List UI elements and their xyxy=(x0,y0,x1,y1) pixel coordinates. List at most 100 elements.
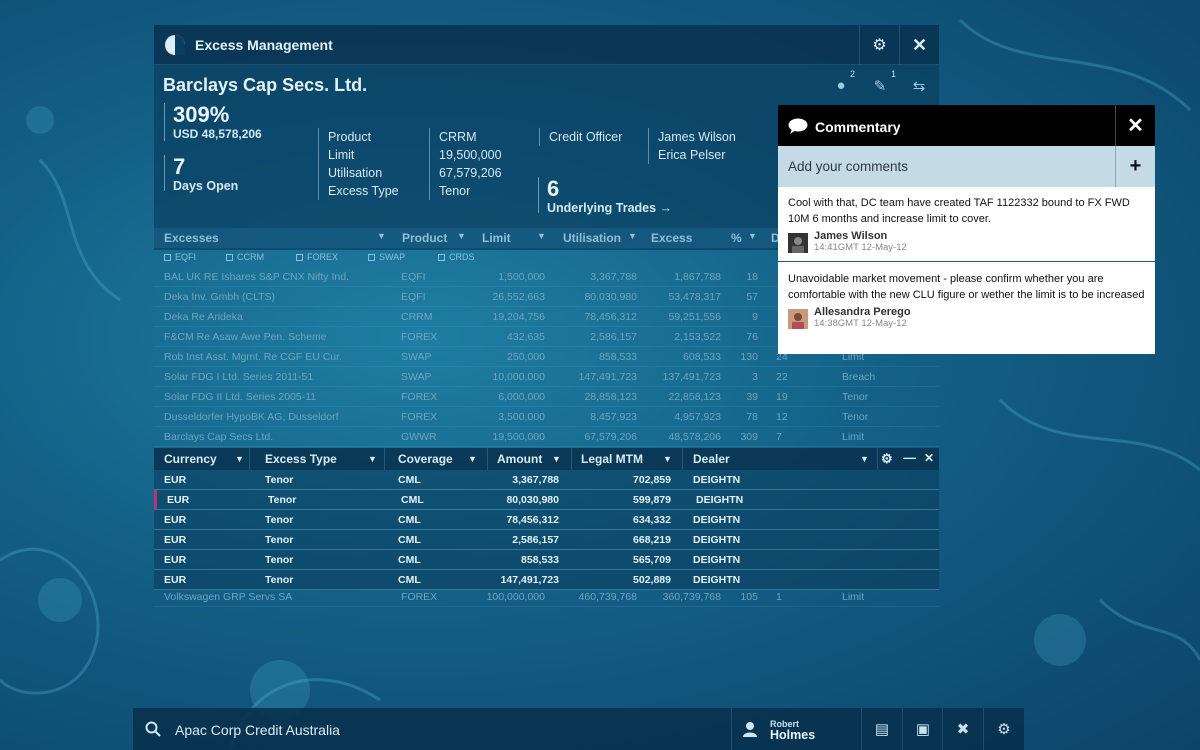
table-row[interactable]: Barclays Cap Secs Ltd. GWWR 19,500,000 67,5… xyxy=(154,427,939,447)
tools-button[interactable]: ✖ xyxy=(942,708,983,750)
table-cell: Tenor xyxy=(268,494,297,506)
chevron-down-icon[interactable]: ▼ xyxy=(537,231,546,241)
table-row[interactable]: Solar FDG II Ltd. Series 2005-11 FOREX 6,0… xyxy=(154,387,939,407)
table-cell: CML xyxy=(401,494,424,506)
table-row[interactable]: Volkswagen GRP Servs SA FOREX 100,000,000 4… xyxy=(154,587,939,607)
table-cell: 8,457,923 xyxy=(590,411,637,423)
col-amount[interactable]: Amount xyxy=(497,452,542,466)
settings-button[interactable]: ⚙ xyxy=(859,25,899,65)
table-cell: 100,000,000 xyxy=(486,591,545,603)
chevron-down-icon[interactable]: ▼ xyxy=(468,454,477,464)
chevron-down-icon[interactable]: ▼ xyxy=(663,454,672,464)
chevron-down-icon[interactable]: ▼ xyxy=(628,231,637,241)
tools-icon: ✖ xyxy=(956,721,970,738)
table-row[interactable]: EUR Tenor CML 78,456,312 634,332 DEIGHTN xyxy=(154,510,939,530)
table-cell: 2,586,157 xyxy=(590,331,637,343)
chevron-down-icon[interactable]: ▼ xyxy=(235,454,244,464)
table-cell: 702,859 xyxy=(633,474,671,486)
col-excess-type[interactable]: Excess Type xyxy=(265,452,337,466)
table-cell: 599,879 xyxy=(633,494,671,506)
commentary-toggle-button[interactable]: ● xyxy=(828,77,854,99)
author-name: Allesandra Perego xyxy=(814,306,911,318)
table-row[interactable]: Solar FDG I Ltd. Series 2011-51 SWAP 10,00… xyxy=(154,367,939,387)
table-cell: 78,456,312 xyxy=(506,514,559,526)
contacts-button[interactable]: ▤ xyxy=(861,708,902,750)
table-row[interactable]: EUR Tenor CML 3,367,788 702,859 DEIGHTN xyxy=(154,470,939,490)
chevron-down-icon[interactable]: ▼ xyxy=(377,231,386,241)
table-row[interactable]: EUR Tenor CML 80,030,980 599,879 DEIGHTN xyxy=(154,490,939,510)
col-limit[interactable]: Limit xyxy=(482,231,511,245)
credit-officer-label-text: Credit Officer xyxy=(549,130,623,144)
col-percent[interactable]: % xyxy=(731,231,742,245)
credit-officers: James Wilson Erica Pelser xyxy=(648,128,736,164)
close-icon[interactable]: ✕ xyxy=(924,451,934,465)
edit-button[interactable]: ✎ xyxy=(867,77,893,99)
refresh-icon: ⇆ xyxy=(912,78,926,95)
inbox-button[interactable]: ▣ xyxy=(902,708,943,750)
filter-crds[interactable]: CRDS xyxy=(438,252,475,262)
gear-icon[interactable]: ⚙ xyxy=(881,451,893,467)
refresh-button[interactable]: ⇆ xyxy=(906,77,932,99)
col-product[interactable]: Product xyxy=(402,231,447,245)
col-dealer[interactable]: Dealer xyxy=(693,452,730,466)
user-last-name: Holmes xyxy=(770,728,816,742)
comment-text: Cool with that, DC team have created TAF… xyxy=(788,197,1130,225)
chevron-down-icon[interactable]: ▼ xyxy=(748,231,757,241)
chevron-down-icon[interactable]: ▼ xyxy=(860,454,869,464)
close-window-button[interactable]: ✕ xyxy=(899,25,939,65)
chevron-down-icon[interactable]: ▼ xyxy=(368,454,377,464)
table-cell: 53,478,317 xyxy=(668,291,721,303)
comment-text: Unavoidable market movement - please con… xyxy=(788,273,1145,301)
days-open-metric: 7 Days Open xyxy=(164,154,238,193)
search-input[interactable]: Apac Corp Credit Australia xyxy=(175,722,340,738)
underlying-trades-label: Underlying Trades → xyxy=(547,201,673,215)
filter-eqfi[interactable]: EQFI xyxy=(164,252,196,262)
table-cell: 432,635 xyxy=(507,331,545,343)
col-utilisation[interactable]: Utilisation xyxy=(563,231,621,245)
table-cell: SWAP xyxy=(401,371,432,383)
table-cell: EUR xyxy=(167,494,190,506)
col-excess[interactable]: Excess xyxy=(651,231,692,245)
col-legal-mtm[interactable]: Legal MTM xyxy=(581,452,643,466)
speech-bubble-icon: ● xyxy=(836,77,846,94)
comment-author: Allesandra Perego 14:38GMT 12-May-12 xyxy=(788,306,1145,329)
add-comment-button[interactable]: + xyxy=(1115,146,1155,187)
excess-metric: 309% USD 48,578,206 xyxy=(164,103,262,141)
inbox-icon: ▣ xyxy=(915,721,931,738)
summary-values: CRRM 19,500,000 67,579,206 Tenor xyxy=(429,128,502,200)
filter-forex[interactable]: FOREX xyxy=(296,252,338,262)
chevron-down-icon[interactable]: ▼ xyxy=(552,454,561,464)
table-cell: 460,739,768 xyxy=(578,591,637,603)
plus-icon: + xyxy=(1129,155,1142,177)
table-cell: Volkswagen GRP Servs SA xyxy=(164,591,293,603)
avatar xyxy=(788,233,808,253)
table-row[interactable]: EUR Tenor CML 858,533 565,709 DEIGHTN xyxy=(154,550,939,570)
search-icon[interactable] xyxy=(145,721,161,737)
filter-swap[interactable]: SWAP xyxy=(368,252,405,262)
table-cell: 22,858,123 xyxy=(668,391,721,403)
pen-icon: ✎ xyxy=(873,78,887,95)
chevron-down-icon[interactable]: ▼ xyxy=(457,231,466,241)
table-cell: Tenor xyxy=(265,554,294,566)
table-row[interactable]: Dusseldorfer HypoBK AG, Dusseldorf FOREX 3… xyxy=(154,407,939,427)
underlying-trades-link[interactable]: 6 Underlying Trades → xyxy=(538,177,673,215)
table-cell: 26,552,663 xyxy=(492,291,545,303)
filter-ccrm[interactable]: CCRM xyxy=(226,252,264,262)
checkbox-icon xyxy=(226,254,233,261)
col-currency[interactable]: Currency xyxy=(164,452,217,466)
close-commentary-button[interactable]: ✕ xyxy=(1115,105,1155,146)
table-cell: CML xyxy=(398,554,421,566)
value-excess-type: Tenor xyxy=(439,184,471,198)
minimize-icon[interactable]: — xyxy=(903,450,916,465)
user-profile[interactable]: Robert Holmes xyxy=(731,708,861,750)
add-comment-field[interactable]: Add your comments + xyxy=(778,146,1155,187)
table-cell: EUR xyxy=(164,534,187,546)
col-excesses[interactable]: Excesses xyxy=(164,231,219,245)
settings-button[interactable]: ⚙ xyxy=(983,708,1024,750)
days-open-value: 7 xyxy=(173,154,186,179)
add-comment-input[interactable]: Add your comments xyxy=(788,159,908,174)
table-cell: 2,153,522 xyxy=(674,331,721,343)
table-cell: Limit xyxy=(842,591,865,603)
col-coverage[interactable]: Coverage xyxy=(398,452,453,466)
table-row[interactable]: EUR Tenor CML 2,586,157 668,219 DEIGHTN xyxy=(154,530,939,550)
